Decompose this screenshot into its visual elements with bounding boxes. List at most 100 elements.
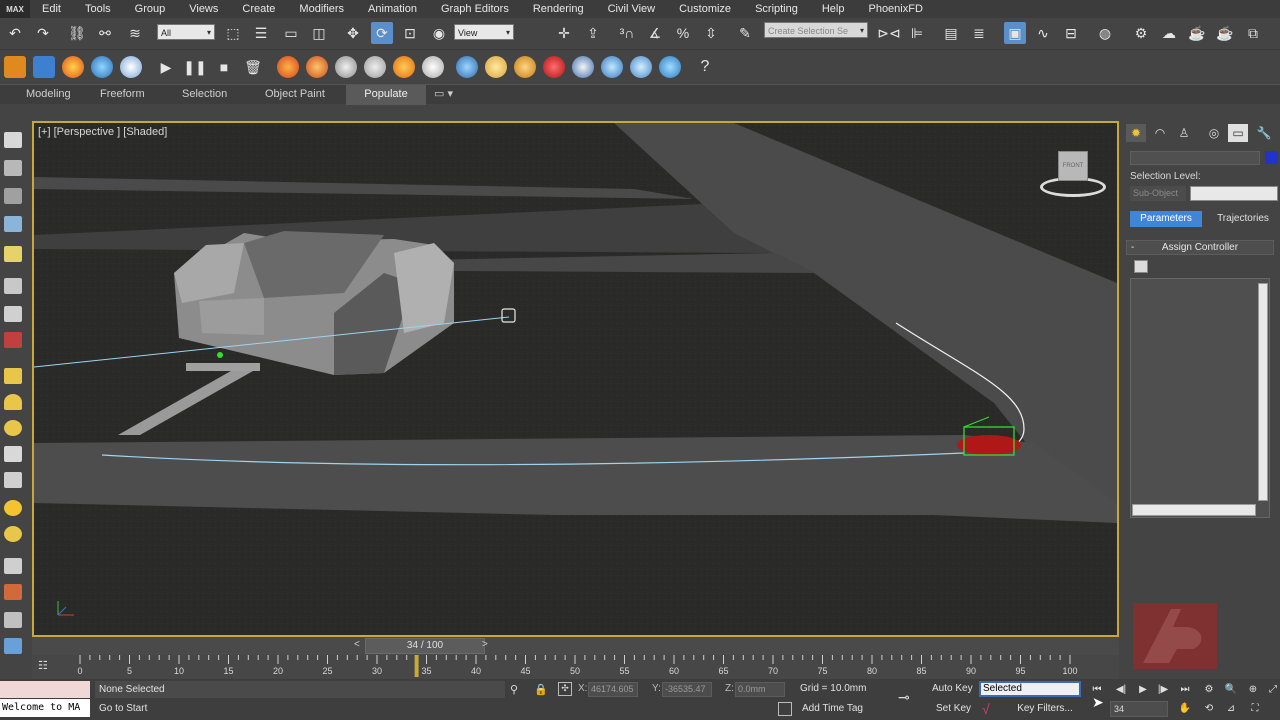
tab-selection[interactable]: Selection bbox=[172, 85, 237, 105]
absolute-mode-icon[interactable]: ✣ bbox=[558, 682, 572, 696]
cloud-preset-icon[interactable] bbox=[364, 56, 386, 78]
liquid-sim-icon[interactable] bbox=[33, 56, 55, 78]
object-color-swatch[interactable] bbox=[1265, 151, 1278, 164]
modify-tab-icon[interactable]: ◠ bbox=[1150, 124, 1170, 142]
undo-icon[interactable]: ↶ bbox=[4, 22, 26, 44]
select-object-icon[interactable]: ⬚ bbox=[222, 22, 244, 44]
placement-icon[interactable]: ◉ bbox=[428, 22, 450, 44]
zoom-icon[interactable]: 🔍 bbox=[1222, 682, 1240, 696]
material-editor-icon[interactable]: ◍ bbox=[1094, 22, 1116, 44]
render-setup-icon[interactable]: ⚙ bbox=[1130, 22, 1152, 44]
select-manipulate-icon[interactable]: ⇪ bbox=[582, 22, 604, 44]
z-coordinate-field[interactable]: 0.0mm bbox=[735, 682, 785, 697]
render-iterative-icon[interactable]: ☕ bbox=[1214, 22, 1236, 44]
list-icon[interactable] bbox=[4, 188, 22, 204]
globe-icon[interactable] bbox=[4, 638, 22, 654]
cone-icon[interactable] bbox=[4, 472, 22, 488]
move-icon[interactable]: ✥ bbox=[342, 22, 364, 44]
time-slider-prev-arrow[interactable]: < bbox=[354, 639, 360, 650]
waterfall-preset-icon[interactable] bbox=[630, 56, 652, 78]
orbit-icon[interactable]: ⟲ bbox=[1200, 701, 1218, 715]
hierarchy-tab-icon[interactable]: ♙ bbox=[1174, 124, 1194, 142]
controller-list[interactable] bbox=[1130, 278, 1270, 518]
torus-icon[interactable] bbox=[4, 526, 22, 542]
paint-preset-icon[interactable] bbox=[543, 56, 565, 78]
sphere-red-icon[interactable] bbox=[4, 332, 22, 348]
water-source-icon[interactable] bbox=[91, 56, 113, 78]
river-preset-icon[interactable] bbox=[659, 56, 681, 78]
ribbon-options-dropdown[interactable]: ▭ ▾ bbox=[424, 85, 463, 105]
delete-cache-icon[interactable]: 🗑 bbox=[242, 56, 264, 78]
perspective-viewport[interactable]: [+] [Perspective ] [Shaded] FRONT bbox=[32, 121, 1119, 637]
dome-icon[interactable] bbox=[4, 394, 22, 410]
selection-filter-dropdown[interactable]: All bbox=[157, 24, 215, 41]
scale-icon[interactable]: ⊡ bbox=[399, 22, 421, 44]
rect-selection-icon[interactable]: ▭ bbox=[280, 22, 302, 44]
go-to-end-icon[interactable]: ⏭ bbox=[1176, 682, 1194, 696]
rollout-collapse-icon[interactable]: - bbox=[1131, 241, 1134, 254]
explosion-preset-icon[interactable] bbox=[306, 56, 328, 78]
time-slider-thumb[interactable]: 34 / 100 bbox=[365, 638, 485, 654]
auto-key-button[interactable]: Auto Key bbox=[932, 683, 973, 694]
maxscript-listener[interactable]: Welcome to MA bbox=[0, 699, 90, 717]
sub-object-dropdown[interactable] bbox=[1190, 186, 1278, 201]
teapot-icon[interactable] bbox=[4, 132, 22, 148]
angle-snap-icon[interactable]: ∡ bbox=[644, 22, 666, 44]
y-coordinate-field[interactable]: -36535.47 bbox=[662, 682, 712, 697]
parameters-button[interactable]: Parameters bbox=[1130, 211, 1202, 227]
splash-preset-icon[interactable] bbox=[601, 56, 623, 78]
rendered-frame-window-icon[interactable]: ☁ bbox=[1158, 22, 1180, 44]
viewcube[interactable]: FRONT bbox=[1040, 151, 1106, 203]
light-icon[interactable] bbox=[4, 246, 22, 262]
isolate-icon[interactable]: ⚲ bbox=[510, 683, 518, 696]
pan-icon[interactable]: ✋ bbox=[1176, 701, 1194, 715]
redo-icon[interactable]: ↷ bbox=[32, 22, 54, 44]
set-key-icon[interactable]: ⊸ bbox=[898, 689, 910, 706]
candle-preset-icon[interactable] bbox=[393, 56, 415, 78]
maximize-viewport-icon[interactable]: ⛶ bbox=[1246, 701, 1264, 715]
viewcube-face[interactable]: FRONT bbox=[1058, 151, 1088, 181]
toggle-ribbon-icon[interactable]: ▣ bbox=[1004, 22, 1026, 44]
menu-scripting[interactable]: Scripting bbox=[743, 0, 810, 18]
trackbar[interactable]: ☷ 0 5 10 15 20 25 30 35 40 45 50 55 60 65 70 75 80 85 90 95… bbox=[32, 655, 1119, 679]
menu-civil-view[interactable]: Civil View bbox=[596, 0, 667, 18]
menu-views[interactable]: Views bbox=[177, 0, 230, 18]
tab-freeform[interactable]: Freeform bbox=[90, 85, 155, 105]
layer-explorer-icon[interactable]: ▤ bbox=[940, 22, 962, 44]
mirror-icon[interactable]: ⊳⊲ bbox=[877, 22, 900, 44]
time-tag-icon[interactable] bbox=[778, 702, 792, 716]
window-crossing-icon[interactable]: ◫ bbox=[308, 22, 330, 44]
select-by-name-icon[interactable]: ☰ bbox=[250, 22, 272, 44]
circle-icon[interactable] bbox=[4, 420, 22, 436]
viewport-label[interactable]: [+] [Perspective ] [Shaded] bbox=[38, 126, 167, 138]
controller-list-hscrollbar[interactable] bbox=[1132, 504, 1256, 516]
menu-edit[interactable]: Edit bbox=[30, 0, 73, 18]
fire-preset-icon[interactable] bbox=[277, 56, 299, 78]
smoke-preset-icon[interactable] bbox=[335, 56, 357, 78]
maxscript-listener-top[interactable] bbox=[0, 681, 90, 698]
stop-simulation-icon[interactable]: ■ bbox=[213, 56, 235, 78]
key-curve-icon[interactable]: √ bbox=[982, 701, 990, 717]
box-icon[interactable] bbox=[4, 368, 22, 384]
menu-customize[interactable]: Customize bbox=[667, 0, 743, 18]
display-tab-icon[interactable]: ▭ bbox=[1228, 124, 1248, 142]
assign-controller-icon[interactable] bbox=[1134, 260, 1148, 273]
play-icon[interactable]: ▶ bbox=[1134, 682, 1152, 696]
fluid-icon[interactable] bbox=[4, 584, 22, 600]
sub-object-button[interactable]: Sub-Object bbox=[1130, 186, 1186, 201]
render-activeshade-icon[interactable]: ⧉ bbox=[1242, 22, 1264, 44]
ocean-preset-icon[interactable] bbox=[456, 56, 478, 78]
curve-editor-icon[interactable]: ∿ bbox=[1032, 22, 1054, 44]
create-tab-icon[interactable]: ✹ bbox=[1126, 124, 1146, 142]
shape-icon[interactable] bbox=[4, 612, 22, 628]
add-time-tag[interactable]: Add Time Tag bbox=[802, 703, 863, 714]
assign-controller-rollout[interactable]: - Assign Controller bbox=[1126, 240, 1274, 255]
layers-icon[interactable]: ≣ bbox=[968, 22, 990, 44]
fov-icon[interactable]: ⊿ bbox=[1222, 701, 1240, 715]
help-icon[interactable]: ? bbox=[694, 56, 716, 78]
steam-preset-icon[interactable] bbox=[422, 56, 444, 78]
particles-icon[interactable] bbox=[120, 56, 142, 78]
time-slider[interactable]: < 34 / 100 > bbox=[32, 637, 1119, 655]
menu-tools[interactable]: Tools bbox=[73, 0, 123, 18]
controller-list-vscrollbar[interactable] bbox=[1258, 283, 1268, 501]
